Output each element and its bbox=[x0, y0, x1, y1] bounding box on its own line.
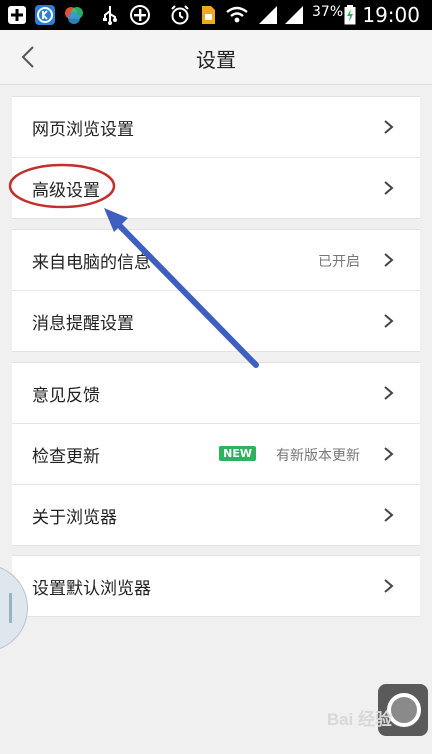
row-label: 关于浏览器 bbox=[32, 508, 117, 528]
row-messages-from-computer[interactable]: 来自电脑的信息 已开启 bbox=[12, 230, 420, 291]
chevron-right-icon bbox=[384, 181, 394, 195]
assistive-ring-icon bbox=[387, 693, 421, 727]
settings-group-about: 意见反馈 检查更新 NEW 有新版本更新 关于浏览器 bbox=[12, 362, 420, 546]
row-label: 意见反馈 bbox=[32, 386, 100, 406]
chevron-right-icon bbox=[384, 253, 394, 267]
row-web-browsing-settings[interactable]: 网页浏览设置 bbox=[12, 97, 420, 158]
add-notification-icon bbox=[6, 5, 28, 25]
row-feedback[interactable]: 意见反馈 bbox=[12, 363, 420, 424]
signal-icon bbox=[256, 5, 280, 25]
status-time: 19:00 bbox=[362, 3, 420, 27]
row-value: 已开启 bbox=[318, 254, 360, 270]
settings-group-default: 设置默认浏览器 bbox=[12, 555, 420, 617]
app-k-icon bbox=[34, 5, 56, 25]
watermark: Bai 经验 bbox=[326, 710, 392, 729]
row-label: 设置默认浏览器 bbox=[32, 579, 151, 599]
wifi-icon bbox=[224, 5, 250, 25]
signal-2-icon bbox=[282, 5, 306, 25]
title-bar: 设置 bbox=[0, 30, 432, 85]
add-circle-icon bbox=[128, 5, 152, 25]
battery-percent: 37% bbox=[312, 4, 344, 20]
settings-group-browsing: 网页浏览设置 高级设置 bbox=[12, 96, 420, 219]
chevron-right-icon bbox=[384, 579, 394, 593]
row-value: 有新版本更新 bbox=[276, 448, 360, 464]
alarm-icon bbox=[168, 5, 192, 25]
row-label: 检查更新 bbox=[32, 447, 100, 467]
row-label: 来自电脑的信息 bbox=[32, 253, 151, 273]
battery-charging-icon bbox=[342, 5, 358, 25]
row-set-default-browser[interactable]: 设置默认浏览器 bbox=[12, 556, 420, 616]
new-badge: NEW bbox=[219, 446, 256, 461]
row-label: 高级设置 bbox=[32, 181, 100, 201]
chevron-right-icon bbox=[384, 314, 394, 328]
sim-card-icon bbox=[198, 5, 218, 25]
grip-lines-icon bbox=[9, 593, 12, 623]
row-message-reminder-settings[interactable]: 消息提醒设置 bbox=[12, 291, 420, 351]
row-check-update[interactable]: 检查更新 NEW 有新版本更新 bbox=[12, 424, 420, 485]
page-title: 设置 bbox=[196, 48, 236, 72]
chevron-right-icon bbox=[384, 508, 394, 522]
color-dots-icon bbox=[62, 5, 86, 25]
row-about-browser[interactable]: 关于浏览器 bbox=[12, 485, 420, 545]
chevron-right-icon bbox=[384, 386, 394, 400]
settings-group-messages: 来自电脑的信息 已开启 消息提醒设置 bbox=[12, 229, 420, 352]
row-advanced-settings[interactable]: 高级设置 bbox=[12, 158, 420, 218]
usb-icon bbox=[100, 5, 120, 25]
row-label: 消息提醒设置 bbox=[32, 314, 134, 334]
chevron-right-icon bbox=[384, 447, 394, 461]
status-bar: 37% 19:00 bbox=[0, 0, 432, 30]
chevron-right-icon bbox=[384, 120, 394, 134]
row-label: 网页浏览设置 bbox=[32, 120, 134, 140]
